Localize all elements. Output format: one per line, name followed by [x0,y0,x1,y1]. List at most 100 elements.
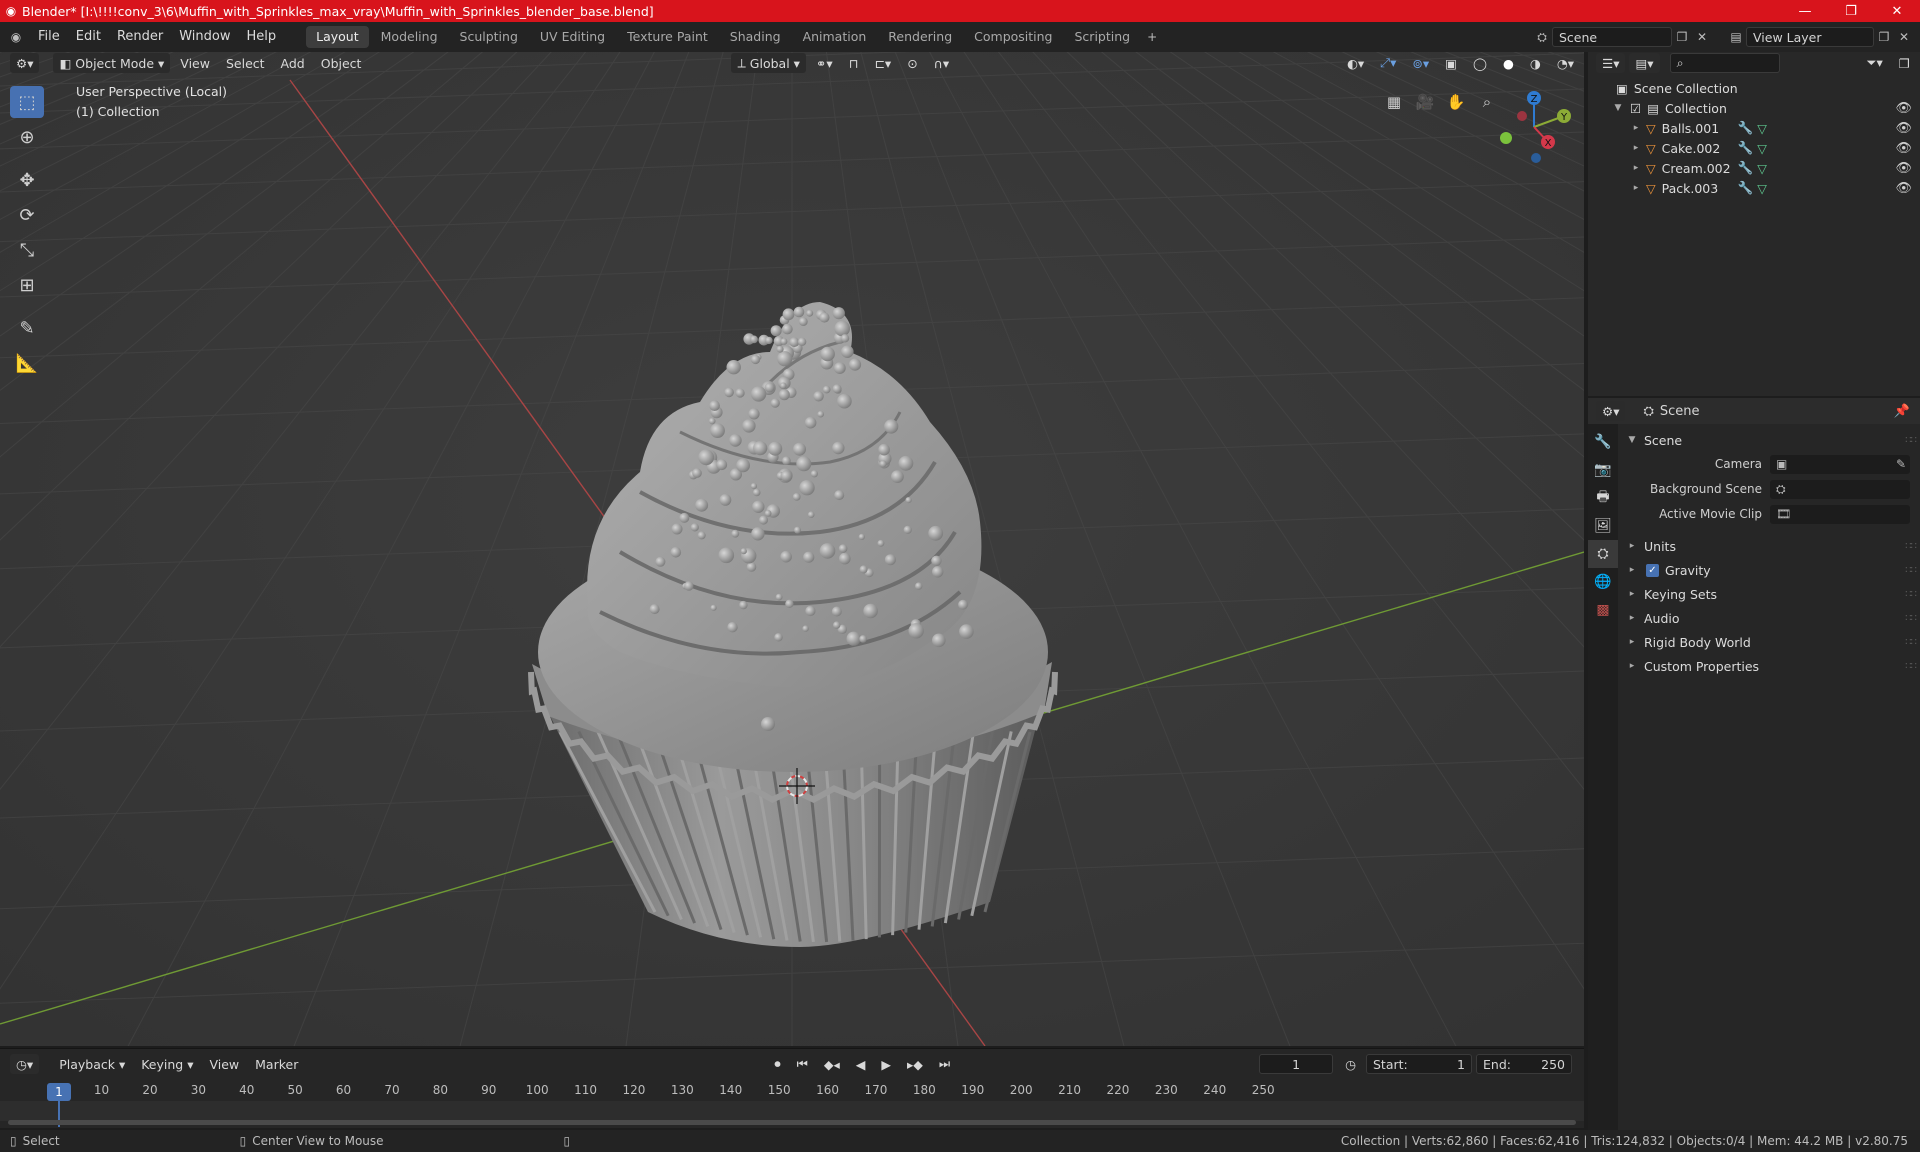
world-tab-icon[interactable]: 🌐 [1588,568,1618,596]
menu-edit[interactable]: Edit [68,26,109,48]
tab-uv-editing[interactable]: UV Editing [530,26,615,48]
menu-help[interactable]: Help [239,26,285,48]
falloff-icon[interactable]: ∩▾ [928,53,955,73]
gizmo-toggle-icon[interactable]: ⤢▾ [1374,53,1402,73]
material-shading-icon[interactable]: ◑ [1524,53,1547,73]
visibility-eye-icon[interactable]: 👁 [1895,161,1912,176]
overlay-toggle-icon[interactable]: ⊚▾ [1406,53,1435,73]
tab-rendering[interactable]: Rendering [878,26,962,48]
properties-editor-type-button[interactable]: ⚙▾ [1596,401,1626,421]
tab-shading[interactable]: Shading [720,26,791,48]
collapse-triangle-icon[interactable]: ▼ [1612,103,1624,113]
rendered-shading-icon[interactable]: ◔▾ [1551,53,1580,73]
output-tab-icon[interactable]: 🖶 [1588,484,1618,512]
pivot-point-icon[interactable]: ⚭▾ [810,53,839,73]
editor-type-button[interactable]: ⚙▾ [10,53,40,73]
active-movie-clip-field[interactable]: 🎞 [1770,504,1910,524]
next-keyframe-icon[interactable]: ▸◆ [901,1054,929,1074]
menu-add[interactable]: Add [275,53,311,73]
navigation-gizmo[interactable]: Z Y X [1492,82,1576,166]
outliner-search-input[interactable]: ⌕ [1669,53,1780,73]
modifier-wrench-icon[interactable]: 🔧 [1738,180,1754,196]
pan-hand-icon[interactable]: ✋ [1442,88,1470,116]
object-mode-dropdown[interactable]: ◧ Object Mode ▾ [53,53,171,73]
panel-drag-handle-icon[interactable]: ∷∷ [1905,435,1917,446]
cursor-tool-icon[interactable]: ⊕ [10,121,44,153]
minimize-button[interactable]: — [1782,0,1828,22]
menu-view[interactable]: View [174,53,216,73]
collection-checkbox-icon[interactable]: ☑ [1630,101,1641,116]
visibility-eye-icon[interactable]: 👁 [1895,101,1912,116]
delete-scene-icon[interactable]: ✕ [1692,27,1712,47]
proportional-edit-icon[interactable]: ⊙ [901,53,923,73]
panel-scene-header[interactable]: ▼ Scene ∷∷ [1620,428,1920,452]
eyedropper-icon[interactable]: ✎ [1896,457,1906,471]
scene-name-field[interactable]: Scene [1552,27,1672,47]
new-collection-icon[interactable]: ❐ [1893,53,1916,73]
move-tool-icon[interactable]: ✥ [10,164,44,196]
panel-units[interactable]: ▸ Units ∷∷ [1620,534,1920,558]
menu-file[interactable]: File [30,26,68,48]
add-workspace-icon[interactable]: + [1142,27,1162,47]
record-keyframe-icon[interactable]: ⏺ [768,1054,786,1074]
menu-select[interactable]: Select [220,53,271,73]
timeline-track[interactable] [0,1101,1584,1121]
visibility-eye-icon[interactable]: 👁 [1895,141,1912,156]
gizmo-neg-y-axis[interactable] [1500,132,1512,144]
gravity-checkbox[interactable]: ✓ [1646,563,1659,577]
display-mode-dropdown[interactable]: ▤▾ [1629,53,1660,73]
panel-custom-properties[interactable]: ▸ Custom Properties ∷∷ [1620,654,1920,678]
expand-triangle-icon[interactable]: ▸ [1630,123,1642,133]
outliner-object-row[interactable]: ▸ ▽ Cream.002 🔧 ▽ 👁 [1588,158,1920,178]
view-layer-tab-icon[interactable]: 🖼 [1588,512,1618,540]
expand-triangle-icon[interactable]: ▸ [1630,163,1642,173]
maximize-button[interactable]: ❐ [1828,0,1874,22]
panel-drag-handle-icon[interactable]: ∷∷ [1905,589,1917,600]
mesh-data-icon[interactable]: ▽ [1757,141,1767,156]
timeline-editor-type-button[interactable]: ◷▾ [10,1054,40,1074]
measure-tool-icon[interactable]: 📐 [10,347,44,379]
mesh-data-icon[interactable]: ▽ [1757,181,1767,196]
visibility-eye-icon[interactable]: 👁 [1895,121,1912,136]
select-box-tool-icon[interactable]: ⬚ [10,86,44,118]
panel-drag-handle-icon[interactable]: ∷∷ [1905,661,1917,672]
prev-keyframe-icon[interactable]: ◆◂ [818,1054,846,1074]
expand-triangle-icon[interactable]: ▸ [1630,143,1642,153]
menu-render[interactable]: Render [109,26,171,48]
jump-start-icon[interactable]: ⏮ [791,1054,814,1074]
render-tab-icon[interactable]: 📷 [1588,456,1618,484]
transform-tool-icon[interactable]: ⊞ [10,269,44,301]
tab-scripting[interactable]: Scripting [1065,26,1141,48]
outliner-scene-collection[interactable]: ▣ Scene Collection [1588,78,1920,98]
background-scene-field[interactable]: ⛭ [1770,479,1910,499]
panel-drag-handle-icon[interactable]: ∷∷ [1905,613,1917,624]
menu-window[interactable]: Window [171,26,238,48]
snap-icon[interactable]: ⊓ [843,53,865,73]
close-button[interactable]: ✕ [1874,0,1920,22]
menu-timeline-view[interactable]: View [203,1054,245,1074]
delete-view-layer-icon[interactable]: ✕ [1894,27,1914,47]
modifier-wrench-icon[interactable]: 🔧 [1738,140,1754,156]
jump-end-icon[interactable]: ⏭ [933,1054,956,1074]
outliner-editor-type-button[interactable]: ☰▾ [1596,53,1626,73]
grid-view-icon[interactable]: ▦ [1380,88,1408,116]
annotate-tool-icon[interactable]: ✎ [10,312,44,344]
playhead-frame-badge[interactable]: 1 [47,1083,71,1101]
outliner-collection[interactable]: ▼ ☑ ▤ Collection 👁 [1588,98,1920,118]
visibility-eye-icon[interactable]: 👁 [1895,181,1912,196]
preview-range-icon[interactable]: ◷ [1339,1054,1362,1074]
mesh-data-icon[interactable]: ▽ [1757,161,1767,176]
timeline-scrollbar[interactable] [8,1120,1576,1125]
modifier-wrench-icon[interactable]: 🔧 [1738,160,1754,176]
snap-target-icon[interactable]: ⊏▾ [868,53,897,73]
solid-shading-icon[interactable]: ● [1497,53,1520,73]
tab-texture-paint[interactable]: Texture Paint [617,26,718,48]
menu-keying[interactable]: Keying ▾ [135,1054,199,1074]
tab-layout[interactable]: Layout [306,26,369,48]
view-layer-field[interactable]: View Layer [1746,27,1874,47]
play-reverse-icon[interactable]: ◀ [850,1054,872,1074]
menu-playback[interactable]: Playback ▾ [53,1054,131,1074]
gizmo-neg-x-axis[interactable] [1517,111,1527,121]
panel-rigid-body-world[interactable]: ▸ Rigid Body World ∷∷ [1620,630,1920,654]
filter-icon[interactable]: ⏷▾ [1861,53,1889,73]
